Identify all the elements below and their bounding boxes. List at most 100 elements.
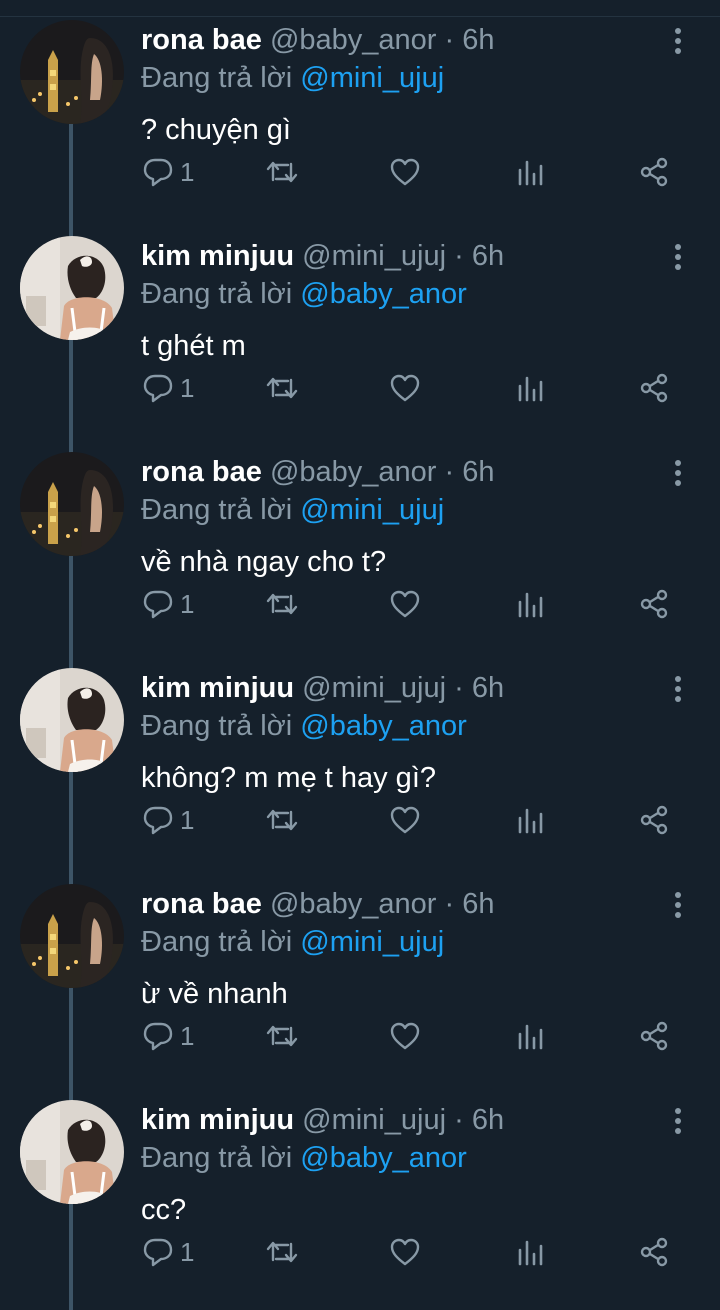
- reply-count: 1: [180, 157, 195, 187]
- share-button[interactable]: [638, 368, 670, 408]
- tweet[interactable]: kim minjuu @mini_ujuj · 6h Đang trả lời …: [0, 216, 720, 432]
- retweet-icon: [266, 161, 298, 183]
- city-night-avatar-image: [20, 884, 124, 988]
- replying-to-label: Đang trả lời: [141, 1142, 293, 1174]
- like-button[interactable]: [389, 152, 421, 192]
- heart-icon: [390, 1238, 420, 1266]
- user-handle[interactable]: @mini_ujuj: [302, 240, 446, 272]
- separator-dot: ·: [444, 888, 455, 920]
- like-button[interactable]: [389, 1016, 421, 1056]
- action-bar: 1: [0, 368, 720, 408]
- reply-button[interactable]: 1: [142, 152, 194, 192]
- separator-dot: ·: [454, 672, 464, 704]
- reply-button[interactable]: 1: [142, 1016, 194, 1056]
- analytics-icon: [518, 1240, 543, 1266]
- reply-button[interactable]: 1: [142, 1232, 194, 1272]
- reply-count: 1: [180, 373, 195, 403]
- mention-link[interactable]: @mini_ujuj: [300, 926, 444, 958]
- display-name[interactable]: rona bae: [141, 456, 262, 488]
- share-button[interactable]: [638, 1016, 670, 1056]
- retweet-button[interactable]: [264, 1232, 300, 1272]
- analytics-button[interactable]: [516, 584, 546, 624]
- timestamp[interactable]: 6h: [462, 456, 494, 488]
- more-options-icon[interactable]: [668, 458, 688, 488]
- analytics-button[interactable]: [516, 368, 546, 408]
- timestamp[interactable]: 6h: [462, 24, 494, 56]
- tweet-text: t ghét m: [141, 330, 246, 362]
- display-name[interactable]: kim minjuu: [141, 672, 294, 704]
- more-options-icon[interactable]: [668, 674, 688, 704]
- share-button[interactable]: [638, 584, 670, 624]
- retweet-button[interactable]: [264, 584, 300, 624]
- mention-link[interactable]: @baby_anor: [300, 1142, 467, 1174]
- mention-link[interactable]: @mini_ujuj: [300, 62, 444, 94]
- tweet-text: ừ về nhanh: [141, 978, 288, 1010]
- timestamp[interactable]: 6h: [462, 888, 494, 920]
- analytics-button[interactable]: [516, 1232, 546, 1272]
- replying-to-label: Đang trả lời: [141, 278, 293, 310]
- reply-icon: [143, 1022, 173, 1051]
- replying-to-line: Đang trả lời @baby_anor: [141, 276, 467, 312]
- tweet[interactable]: kim minjuu @mini_ujuj · 6h Đang trả lời …: [0, 648, 720, 864]
- timestamp[interactable]: 6h: [472, 1104, 504, 1136]
- mention-link[interactable]: @baby_anor: [300, 710, 467, 742]
- reply-icon: [143, 590, 173, 619]
- replying-to-line: Đang trả lời @mini_ujuj: [141, 60, 444, 96]
- retweet-button[interactable]: [264, 368, 300, 408]
- avatar[interactable]: [20, 884, 124, 988]
- like-button[interactable]: [389, 368, 421, 408]
- user-handle[interactable]: @baby_anor: [270, 888, 437, 920]
- retweet-button[interactable]: [264, 800, 300, 840]
- tweet[interactable]: rona bae @baby_anor · 6h Đang trả lời @m…: [0, 864, 720, 1080]
- user-handle[interactable]: @mini_ujuj: [302, 1104, 446, 1136]
- share-button[interactable]: [638, 152, 670, 192]
- analytics-button[interactable]: [516, 152, 546, 192]
- mention-link[interactable]: @baby_anor: [300, 278, 467, 310]
- tweet[interactable]: rona bae @baby_anor · 6h Đang trả lời @m…: [0, 432, 720, 648]
- share-button[interactable]: [638, 800, 670, 840]
- analytics-button[interactable]: [516, 1016, 546, 1056]
- reply-button[interactable]: 1: [142, 368, 194, 408]
- heart-icon: [390, 374, 420, 402]
- user-handle[interactable]: @baby_anor: [270, 24, 437, 56]
- mention-link[interactable]: @mini_ujuj: [300, 494, 444, 526]
- tweet-header: rona bae @baby_anor · 6h: [141, 22, 495, 58]
- retweet-icon: [266, 1241, 298, 1263]
- avatar[interactable]: [20, 1100, 124, 1204]
- avatar[interactable]: [20, 20, 124, 124]
- timestamp[interactable]: 6h: [472, 672, 504, 704]
- like-button[interactable]: [389, 800, 421, 840]
- tweet[interactable]: rona bae @baby_anor · 6h Đang trả lời @m…: [0, 0, 720, 216]
- share-icon: [640, 1237, 668, 1267]
- share-icon: [640, 805, 668, 835]
- display-name[interactable]: kim minjuu: [141, 240, 294, 272]
- share-button[interactable]: [638, 1232, 670, 1272]
- more-options-icon[interactable]: [668, 1106, 688, 1136]
- more-options-icon[interactable]: [668, 26, 688, 56]
- tweet-text: về nhà ngay cho t?: [141, 546, 387, 578]
- user-handle[interactable]: @baby_anor: [270, 456, 437, 488]
- reply-button[interactable]: 1: [142, 584, 194, 624]
- timestamp[interactable]: 6h: [472, 240, 504, 272]
- retweet-button[interactable]: [264, 152, 300, 192]
- more-options-icon[interactable]: [668, 890, 688, 920]
- tweet[interactable]: kim minjuu @mini_ujuj · 6h Đang trả lời …: [0, 1080, 720, 1296]
- reply-count: 1: [180, 1021, 195, 1051]
- avatar[interactable]: [20, 236, 124, 340]
- more-options-icon[interactable]: [668, 242, 688, 272]
- display-name[interactable]: rona bae: [141, 24, 262, 56]
- reply-button[interactable]: 1: [142, 800, 194, 840]
- tweet-header: kim minjuu @mini_ujuj · 6h: [141, 1102, 504, 1138]
- analytics-button[interactable]: [516, 800, 546, 840]
- heart-icon: [390, 158, 420, 186]
- like-button[interactable]: [389, 584, 421, 624]
- tweet-header: kim minjuu @mini_ujuj · 6h: [141, 238, 504, 274]
- user-handle[interactable]: @mini_ujuj: [302, 672, 446, 704]
- avatar[interactable]: [20, 452, 124, 556]
- avatar[interactable]: [20, 668, 124, 772]
- display-name[interactable]: rona bae: [141, 888, 262, 920]
- retweet-button[interactable]: [264, 1016, 300, 1056]
- display-name[interactable]: kim minjuu: [141, 1104, 294, 1136]
- like-button[interactable]: [389, 1232, 421, 1272]
- reply-count: 1: [180, 589, 195, 619]
